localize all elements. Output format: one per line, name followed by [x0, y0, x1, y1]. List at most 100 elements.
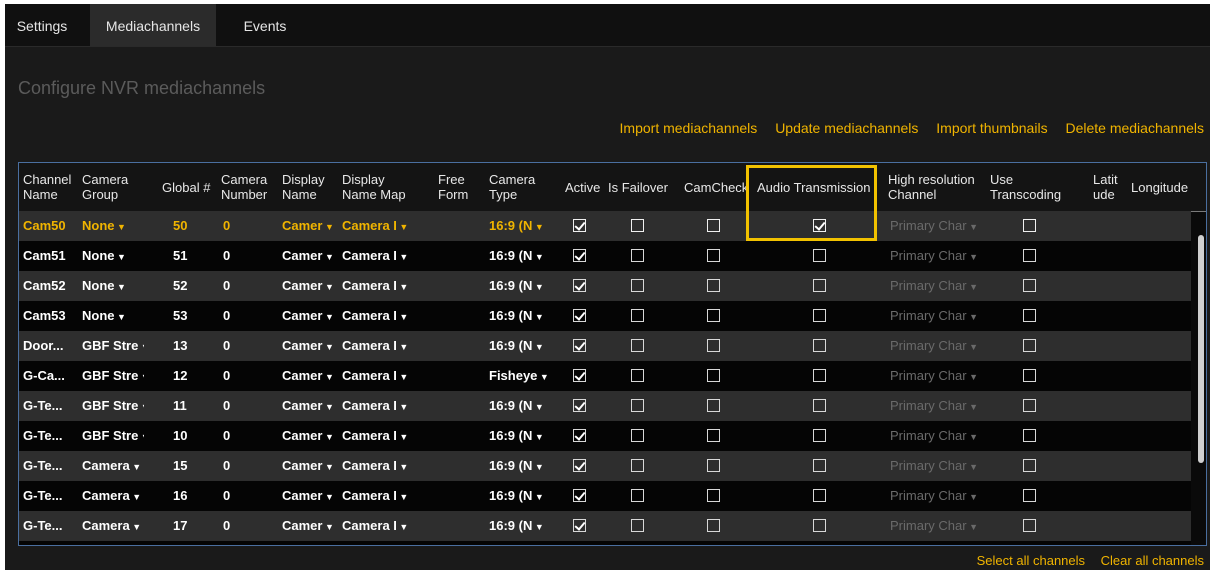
camera-group-select[interactable]: Camera	[82, 511, 144, 541]
high-resolution-channel-select[interactable]: Primary Char	[890, 451, 980, 481]
display-name-select[interactable]: Camer	[282, 211, 340, 241]
camera-type-select[interactable]: 16:9 (N	[489, 301, 551, 331]
camera-type-select[interactable]: 16:9 (N	[489, 421, 551, 451]
table-row[interactable]: G-Te... GBF Stre 10 0 CamerCamera I 16:9 (N Pr…	[19, 421, 1191, 451]
is-failover-checkbox[interactable]	[631, 429, 644, 442]
active-checkbox[interactable]	[573, 279, 586, 292]
use-transcoding-checkbox[interactable]	[1023, 429, 1036, 442]
table-row[interactable]: Cam51 None 51 0 CamerCamera I 16:9 (N Primary …	[19, 241, 1191, 271]
high-resolution-channel-select[interactable]: Primary Char	[890, 511, 980, 541]
camera-type-select[interactable]: 16:9 (N	[489, 541, 551, 545]
use-transcoding-checkbox[interactable]	[1023, 369, 1036, 382]
camera-type-select[interactable]: 16:9 (N	[489, 211, 551, 241]
audio-transmission-checkbox[interactable]	[813, 219, 826, 232]
display-name-map-select[interactable]: Camera I	[342, 301, 422, 331]
display-name-select[interactable]: Camer	[282, 241, 340, 271]
col-channel-name[interactable]: Channel Name	[23, 163, 73, 211]
col-use-transcoding[interactable]: Use Transcoding	[990, 163, 1062, 211]
camera-group-select[interactable]: None	[82, 271, 144, 301]
camcheck-checkbox[interactable]	[707, 399, 720, 412]
display-name-map-select[interactable]: Camera I	[342, 511, 422, 541]
use-transcoding-checkbox[interactable]	[1023, 249, 1036, 262]
use-transcoding-checkbox[interactable]	[1023, 339, 1036, 352]
camera-group-select[interactable]: GBF Stre	[82, 391, 144, 421]
is-failover-checkbox[interactable]	[631, 339, 644, 352]
camera-type-select[interactable]: 16:9 (N	[489, 391, 551, 421]
active-checkbox[interactable]	[573, 429, 586, 442]
delete-mediachannels-link[interactable]: Delete mediachannels	[1065, 120, 1204, 136]
table-row[interactable]: G-Te... Camera 17 0 CamerCamera I 16:9 (N Prim…	[19, 511, 1191, 541]
tab-settings[interactable]: Settings	[5, 4, 79, 46]
audio-transmission-checkbox[interactable]	[813, 309, 826, 322]
clear-all-channels-link[interactable]: Clear all channels	[1101, 553, 1204, 568]
table-row[interactable]: Door... GBF Stre 13 0 CamerCamera I 16:9 (N Pr…	[19, 331, 1191, 361]
col-longitude[interactable]: Longitude	[1131, 163, 1201, 211]
table-row[interactable]: G-Ca... GBF Stre 12 0 CamerCamera I Fisheye Pr…	[19, 361, 1191, 391]
table-row[interactable]: Cam53 None 53 0 CamerCamera I 16:9 (N Primary …	[19, 301, 1191, 331]
display-name-map-select[interactable]: Camera I	[342, 361, 422, 391]
active-checkbox[interactable]	[573, 249, 586, 262]
active-checkbox[interactable]	[573, 369, 586, 382]
is-failover-checkbox[interactable]	[631, 459, 644, 472]
camera-group-select[interactable]: None	[82, 211, 144, 241]
camera-type-select[interactable]: Fisheye	[489, 361, 551, 391]
import-thumbnails-link[interactable]: Import thumbnails	[936, 120, 1047, 136]
use-transcoding-checkbox[interactable]	[1023, 279, 1036, 292]
display-name-map-select[interactable]: Camera I	[342, 451, 422, 481]
high-resolution-channel-select[interactable]: Primary Char	[890, 481, 980, 511]
display-name-map-select[interactable]: Camera I	[342, 481, 422, 511]
display-name-select[interactable]: Camer	[282, 511, 340, 541]
col-is-failover[interactable]: Is Failover	[608, 163, 683, 211]
audio-transmission-checkbox[interactable]	[813, 339, 826, 352]
is-failover-checkbox[interactable]	[631, 309, 644, 322]
camcheck-checkbox[interactable]	[707, 429, 720, 442]
audio-transmission-checkbox[interactable]	[813, 399, 826, 412]
col-camera-group[interactable]: Camera Group	[82, 163, 142, 211]
display-name-select[interactable]: Camer	[282, 391, 340, 421]
col-camcheck[interactable]: CamCheck	[684, 163, 754, 211]
is-failover-checkbox[interactable]	[631, 219, 644, 232]
table-row[interactable]: G-Te... Camera 16 0 CamerCamera I 16:9 (N Prim…	[19, 481, 1191, 511]
display-name-map-select[interactable]: Camera I	[342, 421, 422, 451]
high-resolution-channel-select[interactable]: Primary Char	[890, 541, 980, 545]
camcheck-checkbox[interactable]	[707, 279, 720, 292]
camcheck-checkbox[interactable]	[707, 459, 720, 472]
camera-type-select[interactable]: 16:9 (N	[489, 481, 551, 511]
active-checkbox[interactable]	[573, 459, 586, 472]
camcheck-checkbox[interactable]	[707, 219, 720, 232]
is-failover-checkbox[interactable]	[631, 489, 644, 502]
camera-group-select[interactable]: Camera	[82, 451, 144, 481]
camera-group-select[interactable]: GBF Stre	[82, 421, 144, 451]
display-name-select[interactable]: Camer	[282, 481, 340, 511]
use-transcoding-checkbox[interactable]	[1023, 489, 1036, 502]
active-checkbox[interactable]	[573, 339, 586, 352]
table-row[interactable]: Cam52 None 52 0 CamerCamera I 16:9 (N Primary …	[19, 271, 1191, 301]
import-mediachannels-link[interactable]: Import mediachannels	[620, 120, 758, 136]
table-row[interactable]: G-Te... GBF Stre 11 0 CamerCamera I 16:9 (N Pr…	[19, 391, 1191, 421]
select-all-channels-link[interactable]: Select all channels	[977, 553, 1085, 568]
camera-group-select[interactable]: GBF Stre	[82, 361, 144, 391]
high-resolution-channel-select[interactable]: Primary Char	[890, 361, 980, 391]
active-checkbox[interactable]	[573, 489, 586, 502]
use-transcoding-checkbox[interactable]	[1023, 399, 1036, 412]
camera-group-select[interactable]: None	[82, 301, 144, 331]
audio-transmission-checkbox[interactable]	[813, 249, 826, 262]
display-name-select[interactable]: Camer	[282, 421, 340, 451]
use-transcoding-checkbox[interactable]	[1023, 459, 1036, 472]
col-display-name-map[interactable]: Display Name Map	[342, 163, 414, 211]
vertical-scrollbar[interactable]	[1198, 235, 1204, 463]
display-name-select[interactable]: Camer	[282, 451, 340, 481]
camcheck-checkbox[interactable]	[707, 249, 720, 262]
col-high-resolution-channel[interactable]: High resolution Channel	[888, 163, 988, 211]
display-name-map-select[interactable]: Camera I	[342, 331, 422, 361]
high-resolution-channel-select[interactable]: Primary Char	[890, 241, 980, 271]
display-name-select[interactable]: Camer	[282, 331, 340, 361]
camcheck-checkbox[interactable]	[707, 519, 720, 532]
is-failover-checkbox[interactable]	[631, 279, 644, 292]
display-name-map-select[interactable]: Camera I	[342, 211, 422, 241]
col-camera-number[interactable]: Camera Number	[221, 163, 276, 211]
col-global[interactable]: Global #	[162, 163, 222, 211]
camera-type-select[interactable]: 16:9 (N	[489, 511, 551, 541]
audio-transmission-checkbox[interactable]	[813, 459, 826, 472]
display-name-select[interactable]: Camer	[282, 301, 340, 331]
